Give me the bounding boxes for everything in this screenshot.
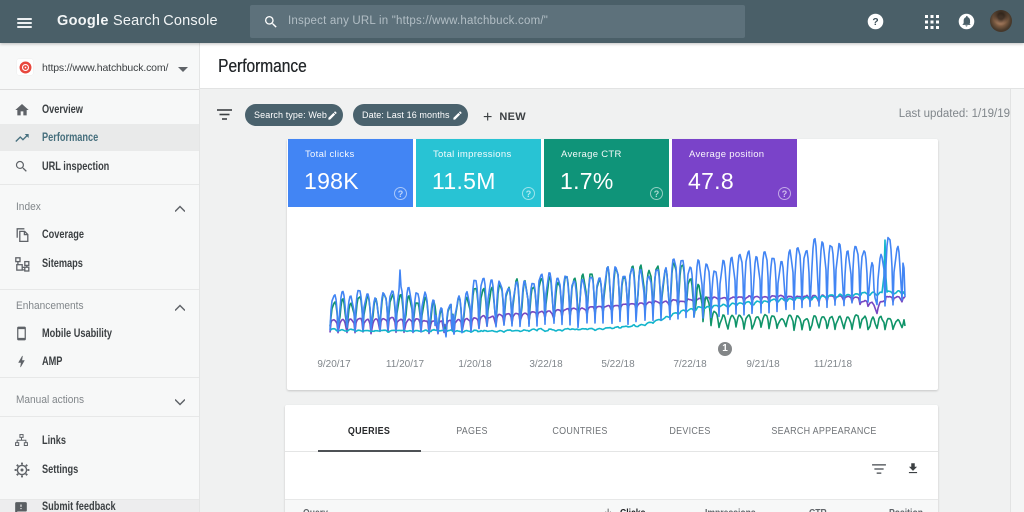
- svg-text:?: ?: [872, 17, 878, 28]
